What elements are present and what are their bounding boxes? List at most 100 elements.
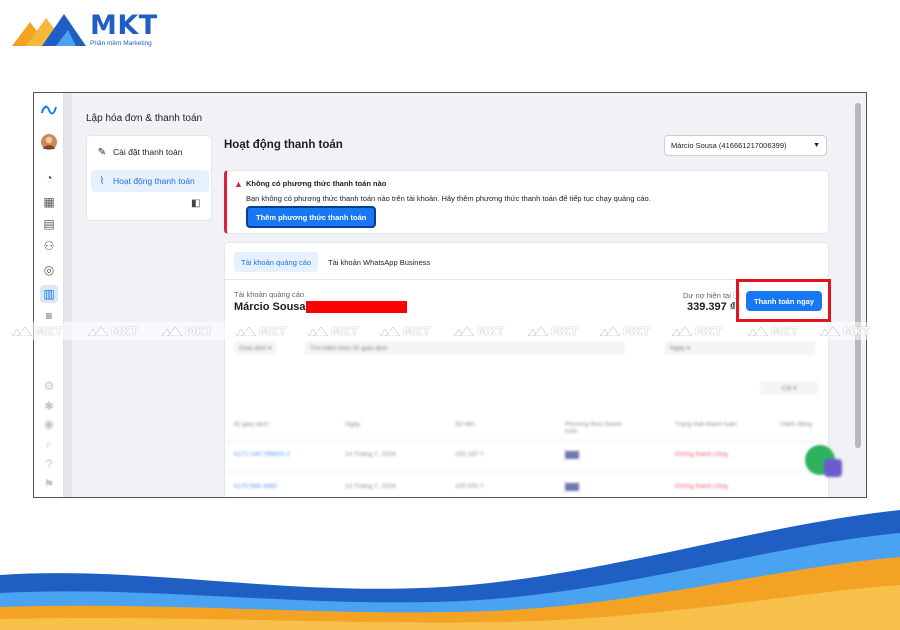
people-icon[interactable]: ⚇ [40, 237, 58, 255]
section-title: Lập hóa đơn & thanh toán [86, 113, 203, 124]
column-header: Số tiền [455, 421, 476, 428]
transactions-table: Giao dịch ▾ Tìm kiếm theo ID giao dịch N… [225, 331, 828, 497]
watermark: MKT [162, 322, 212, 340]
mkt-logo-icon [308, 326, 328, 336]
watermark-text: MKT [771, 324, 798, 338]
dashboard-icon[interactable]: ◔ [40, 169, 58, 187]
avatar[interactable] [40, 133, 58, 151]
transaction-status: Không thành công [675, 483, 728, 490]
left-rail: ◔ ▦ ▤ ⚇ ◎ ▥ ≡ ⚙ ✱ ◉ ⌕ ? ⚑ [34, 93, 64, 497]
transaction-status: Không thành công [675, 451, 728, 458]
transaction-id[interactable]: 6171 140 766800 2 [234, 451, 290, 458]
column-header: ID giao dịch [234, 421, 269, 428]
mkt-logo-icon [454, 326, 474, 336]
nav-item-payment-activity[interactable]: ⌇ Hoạt động thanh toán [91, 170, 209, 192]
watermark-text: MKT [623, 324, 650, 338]
brand-logo: MKT Phần mềm Marketing [12, 12, 158, 48]
page: MKT Phần mềm Marketing ◔ ▦ ▤ ⚇ ◎ ▥ ≡ ⚙ ✱… [0, 0, 900, 630]
watermark-text: MKT [477, 324, 504, 338]
watermark-band: MKT MKT MKT MKT MKT MKT MKT MKT MKT MKT MKT MKT [0, 322, 900, 340]
watermark-text: MKT [403, 324, 430, 338]
row-divider [225, 441, 828, 442]
mkt-logo-icon [162, 326, 182, 336]
redaction-bar [306, 301, 407, 313]
search-input[interactable]: Tìm kiếm theo ID giao dịch [305, 341, 625, 355]
watermark-text: MKT [111, 324, 138, 338]
watermark-text: MKT [259, 324, 286, 338]
brand-name: MKT [90, 10, 158, 41]
watermark: MKT [820, 322, 870, 340]
watermark: MKT [672, 322, 722, 340]
balance-value: 339.397 ₫ [687, 301, 736, 313]
account-card: Tài khoản quảng cáo Tài khoản WhatsApp B… [224, 242, 831, 497]
column-header: Trạng thái thanh toán [675, 421, 737, 428]
watermark-text: MKT [843, 324, 870, 338]
activity-icon: ⌇ [99, 175, 105, 187]
nav-item-payment-settings[interactable]: ✎ Cài đặt thanh toán [91, 141, 209, 163]
card-icon [565, 451, 579, 459]
watermark: MKT [748, 322, 798, 340]
account-select[interactable]: Márcio Sousa (416661217006399) ▼ [664, 135, 827, 156]
table-icon[interactable]: ▦ [40, 193, 58, 211]
no-payment-method-alert: ▲ Không có phương thức thanh toán nào Bạ… [224, 170, 829, 234]
report-icon[interactable]: ⚑ [40, 475, 58, 493]
billing-icon[interactable]: ▥ [40, 285, 58, 303]
transaction-id[interactable]: 6170 686 4460 [234, 483, 277, 490]
audience-icon[interactable]: ◎ [40, 261, 58, 279]
brand-tagline: Phần mềm Marketing [90, 40, 152, 47]
watermark: MKT [600, 322, 650, 340]
tab-whatsapp-business[interactable]: Tài khoản WhatsApp Business [321, 252, 437, 272]
search-icon[interactable]: ⌕ [40, 435, 58, 453]
mkt-logo-icon [672, 326, 692, 336]
watermark-text: MKT [551, 324, 578, 338]
collapse-panel-icon[interactable]: ◧ [191, 198, 200, 209]
watermark: MKT [12, 322, 62, 340]
balance-label: Dư nợ hiện tại ⓘ [683, 291, 741, 300]
date-filter[interactable]: Ngày ▾ [665, 341, 815, 355]
chevron-down-icon: ▼ [813, 142, 820, 149]
transaction-amount: 100.000 ₫ [455, 483, 484, 490]
watermark-text: MKT [35, 324, 62, 338]
watermark-text: MKT [695, 324, 722, 338]
add-payment-method-button[interactable]: Thêm phương thức thanh toán [246, 206, 377, 228]
column-header: Hành động [780, 421, 812, 428]
page-title: Hoạt động thanh toán [224, 139, 343, 151]
scrollbar[interactable] [854, 99, 862, 449]
nav-item-label: Cài đặt thanh toán [113, 147, 183, 157]
row-divider [225, 471, 828, 472]
mkt-logo-icon [12, 14, 86, 46]
column-header: Ngày [345, 421, 361, 428]
alert-title: Không có phương thức thanh toán nào [246, 179, 387, 188]
watermark: MKT [454, 322, 504, 340]
mkt-logo-icon [12, 326, 32, 336]
card-icon [565, 483, 579, 491]
billing-nav: ✎ Cài đặt thanh toán ⌇ Hoạt động thanh t… [86, 135, 212, 221]
watermark: MKT [88, 322, 138, 340]
highlight-box [736, 279, 831, 322]
mkt-logo-icon [88, 326, 108, 336]
columns-button[interactable]: Cột ▾ [760, 381, 818, 395]
mkt-logo-icon [528, 326, 548, 336]
watermark-text: MKT [185, 324, 212, 338]
decorative-waves [0, 510, 900, 630]
meta-logo-icon[interactable] [40, 101, 58, 119]
settings-icon[interactable]: ⚙ [40, 377, 58, 395]
scrollbar-thumb[interactable] [855, 103, 861, 448]
nav-item-label: Hoạt động thanh toán [113, 176, 195, 186]
account-name: Márcio Sousa ( [234, 301, 313, 313]
mkt-logo-icon [236, 326, 256, 336]
tab-ad-account[interactable]: Tài khoản quảng cáo [234, 252, 319, 272]
watermark: MKT [236, 322, 286, 340]
watermark: MKT [380, 322, 430, 340]
column-header: Phương thức thanh toán [565, 421, 622, 435]
notification-icon[interactable]: ◉ [40, 415, 58, 433]
support-icon[interactable] [824, 459, 842, 477]
billing-screenshot: ◔ ▦ ▤ ⚇ ◎ ▥ ≡ ⚙ ✱ ◉ ⌕ ? ⚑ Lập hóa đơn & … [33, 92, 867, 498]
transaction-filter[interactable]: Giao dịch ▾ [234, 341, 277, 355]
help-icon[interactable]: ? [40, 455, 58, 473]
mkt-logo-icon [380, 326, 400, 336]
mkt-logo-icon [600, 326, 620, 336]
bug-icon[interactable]: ✱ [40, 397, 58, 415]
mkt-logo-icon [820, 326, 840, 336]
document-icon[interactable]: ▤ [40, 215, 58, 233]
